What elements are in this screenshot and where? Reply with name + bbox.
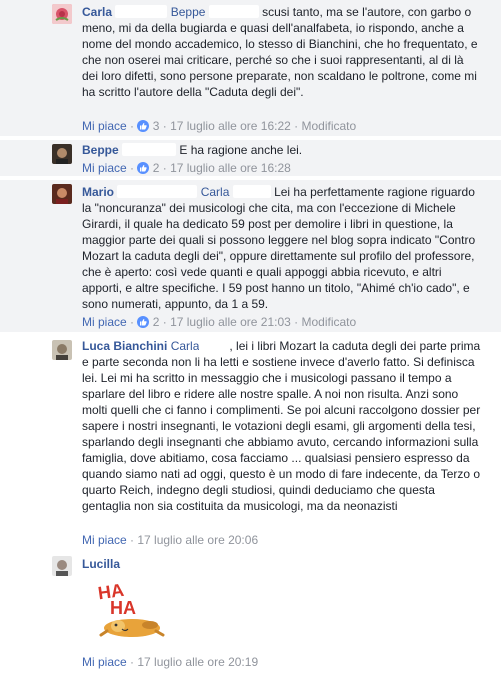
comment-mario: Mario Carla Lei ha perfettamente ragione… [0,180,501,332]
reaction-count[interactable]: 2 [153,315,160,329]
comment-actions: Mi piace · 17 luglio alle ore 20:19 [82,655,259,669]
comment-actions: Mi piace · 3 · 17 luglio alle ore 16:22 … [82,119,357,133]
comment-time[interactable]: 17 luglio alle ore 16:28 [170,161,291,175]
comment-beppe: Beppe E ha ragione anche lei. Mi piace ·… [0,140,501,176]
comment-actions: Mi piace · 2 · 17 luglio alle ore 21:03 … [82,315,357,329]
comment-luca-bianchini: Luca Bianchini Carla, lei i libri Mozart… [0,336,501,548]
comment-body: Beppe E ha ragione anche lei. [82,142,482,158]
like-link[interactable]: Mi piace [82,161,127,175]
author-name[interactable]: Beppe [82,143,119,157]
author-name[interactable]: Lucilla [82,557,120,571]
reaction-count[interactable]: 2 [153,161,160,175]
svg-text:HA: HA [110,598,136,618]
avatar[interactable] [52,184,72,204]
like-reaction-icon[interactable] [137,162,150,174]
avatar[interactable] [52,556,72,576]
comment-actions: Mi piace · 17 luglio alle ore 20:06 [82,533,259,547]
like-link[interactable]: Mi piace [82,119,127,133]
comment-time[interactable]: 17 luglio alle ore 21:03 [170,315,291,329]
comment-body: Mario Carla Lei ha perfettamente ragione… [82,184,482,312]
like-link[interactable]: Mi piace [82,533,127,547]
mention-link[interactable]: Carla [201,185,230,199]
like-link[interactable]: Mi piace [82,655,127,669]
like-reaction-icon[interactable] [137,316,150,328]
reaction-count[interactable]: 3 [153,119,160,133]
avatar[interactable] [52,340,72,360]
comment-text: E ha ragione anche lei. [179,143,303,157]
comment-time[interactable]: 17 luglio alle ore 16:22 [170,119,291,133]
edited-label[interactable]: Modificato [302,315,357,329]
mention-link[interactable]: Beppe [171,5,206,19]
avatar[interactable] [52,144,72,164]
comment-body: Lucilla [82,556,482,572]
comment-carla: Carla Beppe scusi tanto, ma se l'autore,… [0,0,501,136]
comment-body: Luca Bianchini Carla, lei i libri Mozart… [82,338,482,514]
comment-time[interactable]: 17 luglio alle ore 20:19 [137,655,258,669]
author-name[interactable]: Mario [82,185,114,199]
comment-lucilla: Lucilla HA HA Mi piace · 17 luglio alle … [0,552,501,673]
avatar[interactable] [52,4,72,24]
like-reaction-icon[interactable] [137,120,150,132]
comment-text: scusi tanto, ma se l'autore, con garbo o… [82,5,478,99]
comment-thread: Carla Beppe scusi tanto, ma se l'autore,… [0,0,501,673]
like-link[interactable]: Mi piace [82,315,127,329]
comment-body: Carla Beppe scusi tanto, ma se l'autore,… [82,4,482,100]
comment-time[interactable]: 17 luglio alle ore 20:06 [137,533,258,547]
haha-sticker[interactable]: HA HA [92,578,172,640]
author-name[interactable]: Carla [82,5,112,19]
comment-text: , lei i libri Mozart la caduta degli dei… [82,339,481,513]
comment-actions: Mi piace · 2 · 17 luglio alle ore 16:28 [82,161,291,175]
edited-label[interactable]: Modificato [302,119,357,133]
author-name[interactable]: Luca Bianchini [82,339,167,353]
mention-link[interactable]: Carla [171,339,200,353]
comment-text: Lei ha perfettamente ragione riguardo la… [82,185,476,311]
